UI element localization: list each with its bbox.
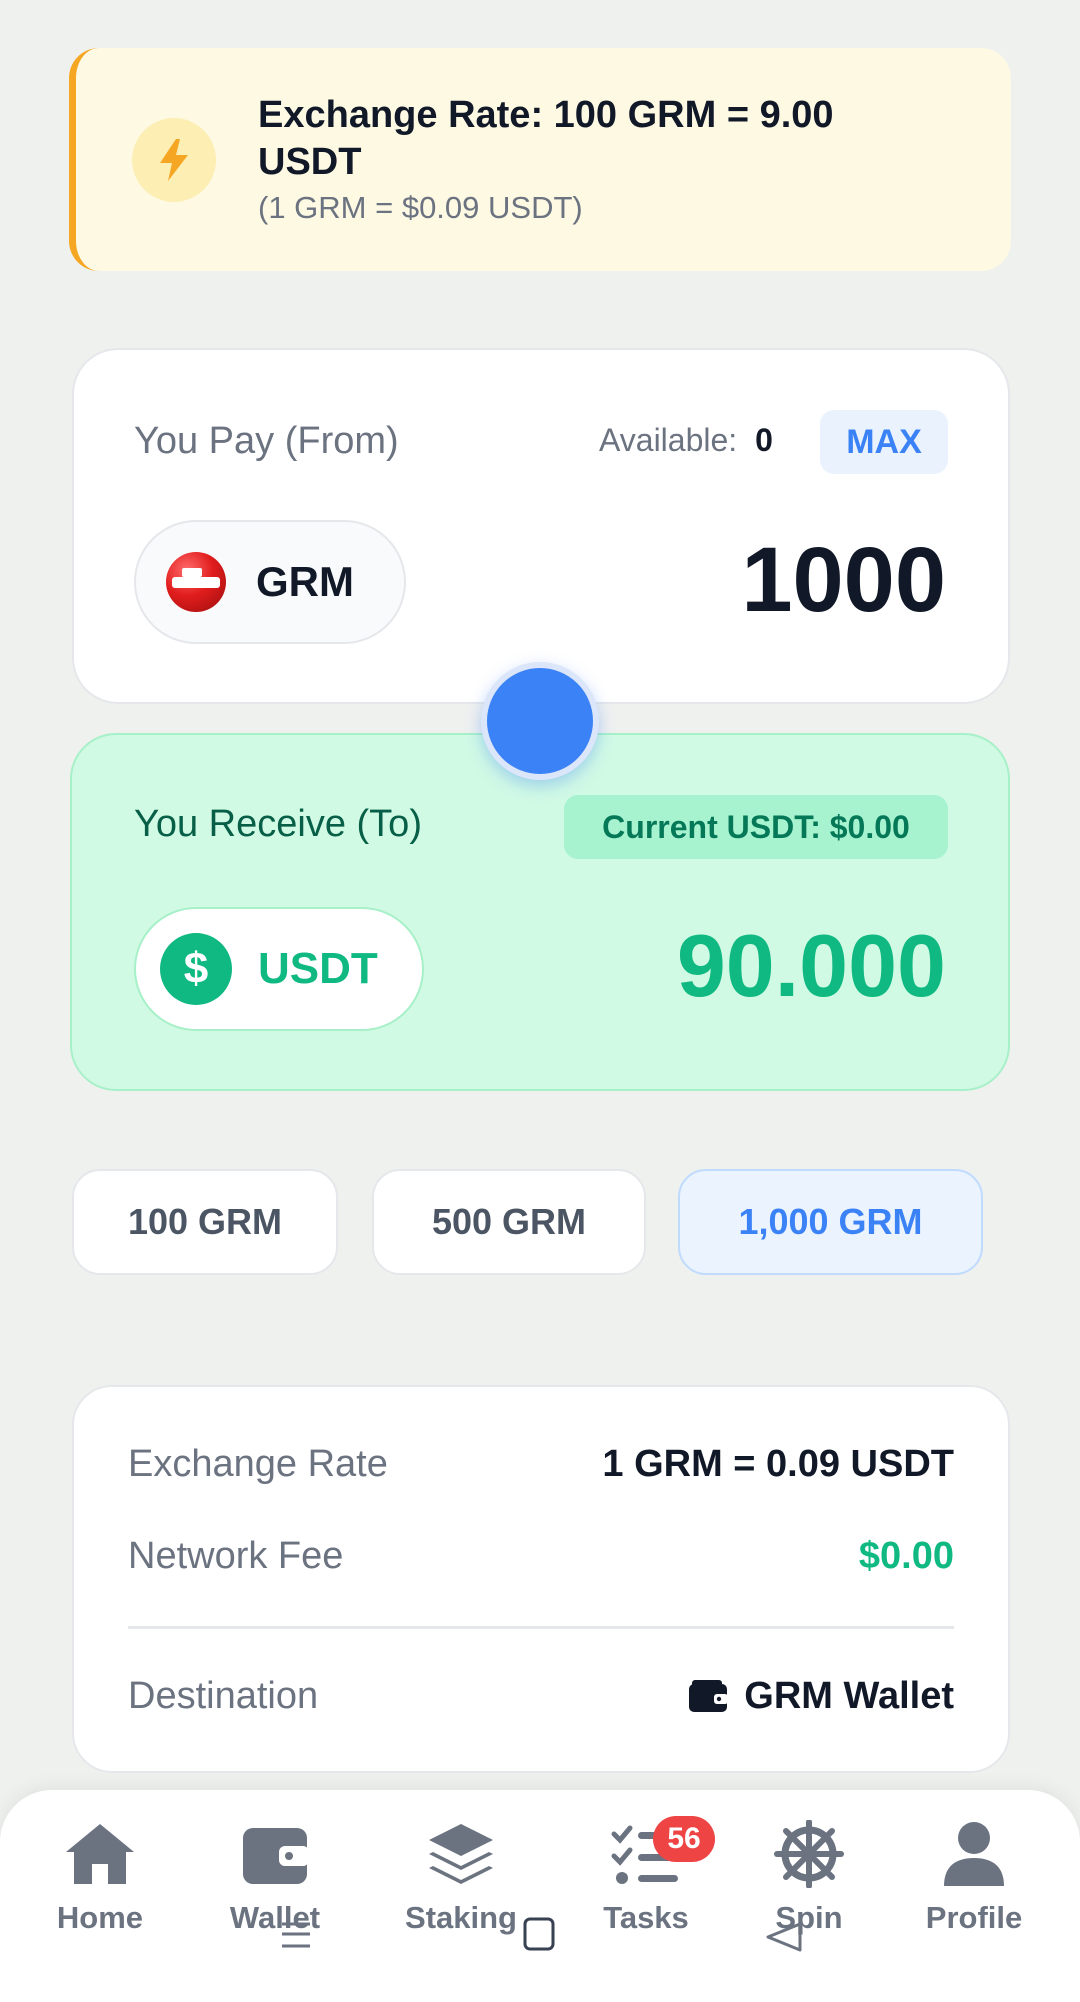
- nav-staking-label: Staking: [405, 1900, 517, 1935]
- wallet-icon: [243, 1828, 309, 1884]
- exchange-rate-banner: Exchange Rate: 100 GRM = 9.00 USDT (1 GR…: [69, 48, 1011, 271]
- home-icon: [66, 1824, 134, 1884]
- nav-spin[interactable]: Spin: [734, 1820, 884, 1936]
- network-fee-label: Network Fee: [128, 1535, 344, 1577]
- current-usdt-badge: Current USDT: $0.00: [564, 795, 948, 859]
- exchange-rate-label: Exchange Rate: [128, 1443, 388, 1485]
- system-home-icon[interactable]: [522, 1916, 556, 1952]
- pay-label: You Pay (From): [134, 420, 399, 462]
- swap-direction-button[interactable]: [481, 662, 599, 780]
- available-label: Available:: [599, 422, 738, 458]
- quick-amount-100[interactable]: 100 GRM: [72, 1169, 338, 1275]
- banner-title: Exchange Rate: 100 GRM = 9.00 USDT: [258, 94, 834, 183]
- nav-home-label: Home: [56, 1900, 144, 1935]
- exchange-rate-row: Exchange Rate 1 GRM = 0.09 USDT: [128, 1443, 954, 1486]
- destination-value: GRM Wallet: [688, 1675, 954, 1718]
- bottom-nav: Home Wallet Staking 56 Tasks Spin Profil…: [0, 1790, 1080, 2002]
- exchange-rate-value: 1 GRM = 0.09 USDT: [602, 1443, 954, 1485]
- tasks-count-badge: 56: [653, 1816, 715, 1862]
- lightning-bolt-icon: [132, 118, 216, 202]
- pay-token-name: GRM: [256, 558, 354, 605]
- destination-label: Destination: [128, 1675, 319, 1717]
- receive-amount: 90.000: [676, 916, 946, 1015]
- banner-subtitle: (1 GRM = $0.09 USDT): [258, 190, 583, 225]
- receive-label: You Receive (To): [134, 803, 422, 845]
- nav-staking[interactable]: Staking: [386, 1820, 536, 1936]
- nav-wallet[interactable]: Wallet: [200, 1820, 350, 1936]
- destination-row: Destination GRM Wallet: [128, 1675, 954, 1718]
- nav-profile[interactable]: Profile: [899, 1820, 1049, 1936]
- available-value: 0: [755, 422, 773, 458]
- pay-amount-input[interactable]: 1000: [741, 528, 946, 633]
- quick-amount-1000[interactable]: 1,000 GRM: [678, 1169, 983, 1275]
- layers-icon: [429, 1824, 493, 1884]
- details-divider: [128, 1626, 954, 1629]
- wheel-icon: [774, 1820, 844, 1888]
- nav-tasks-label: Tasks: [603, 1900, 689, 1935]
- destination-wallet-name: GRM Wallet: [744, 1675, 954, 1717]
- pay-token-selector[interactable]: GRM: [134, 520, 406, 644]
- pay-card: You Pay (From) Available: 0 MAX GRM 1000: [72, 348, 1010, 704]
- receive-token-selector[interactable]: $ USDT: [134, 907, 424, 1031]
- quick-amount-500[interactable]: 500 GRM: [372, 1169, 646, 1275]
- dollar-icon: $: [160, 933, 232, 1005]
- system-menu-icon[interactable]: [278, 1918, 314, 1952]
- receive-card: You Receive (To) Current USDT: $0.00 $ U…: [70, 733, 1010, 1091]
- system-back-icon[interactable]: [764, 1920, 804, 1954]
- nav-tasks[interactable]: 56 Tasks: [571, 1816, 721, 1936]
- available-balance: Available: 0: [599, 422, 773, 459]
- grm-token-logo: [166, 552, 226, 612]
- user-icon: [944, 1822, 1004, 1886]
- swap-details-card: Exchange Rate 1 GRM = 0.09 USDT Network …: [72, 1385, 1010, 1773]
- network-fee-value: $0.00: [858, 1535, 954, 1577]
- nav-profile-label: Profile: [925, 1900, 1023, 1935]
- receive-token-name: USDT: [258, 944, 378, 993]
- max-button[interactable]: MAX: [820, 410, 948, 474]
- network-fee-row: Network Fee $0.00: [128, 1535, 954, 1578]
- swap-screen: Exchange Rate: 100 GRM = 9.00 USDT (1 GR…: [0, 0, 1080, 2002]
- nav-home[interactable]: Home: [25, 1820, 175, 1936]
- wallet-icon: [689, 1679, 729, 1712]
